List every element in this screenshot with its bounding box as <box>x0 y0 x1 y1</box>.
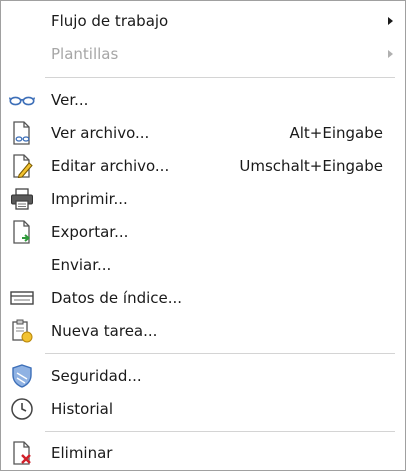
menu-item-shortcut: Alt+Eingabe <box>289 124 384 142</box>
menu-item-label: Datos de índice... <box>51 289 183 307</box>
menu-item-templates[interactable]: Plantillas <box>1 39 405 69</box>
file-edit-icon <box>9 154 35 178</box>
menu-item-label: Flujo de trabajo <box>51 12 169 30</box>
index-data-icon <box>9 286 35 310</box>
file-view-icon <box>9 121 35 145</box>
menu-item-view-file[interactable]: Ver archivo... Alt+Eingabe <box>1 118 405 148</box>
menu-item-label: Ver archivo... <box>51 124 150 142</box>
delete-icon <box>9 441 35 465</box>
menu-separator <box>45 77 395 78</box>
menu-item-label: Eliminar <box>51 444 113 462</box>
submenu-arrow-icon <box>388 50 393 58</box>
menu-item-export[interactable]: Exportar... <box>1 217 405 247</box>
export-icon <box>9 220 35 244</box>
menu-separator <box>45 431 395 432</box>
printer-icon <box>9 187 35 211</box>
menu-item-label: Historial <box>51 400 114 418</box>
context-menu: Flujo de trabajo Plantillas Ver... Ver a… <box>0 0 406 471</box>
menu-item-new-task[interactable]: Nueva tarea... <box>1 316 405 346</box>
menu-item-label: Enviar... <box>51 256 112 274</box>
menu-item-edit-file[interactable]: Editar archivo... Umschalt+Eingabe <box>1 151 405 181</box>
menu-item-print[interactable]: Imprimir... <box>1 184 405 214</box>
menu-item-label: Editar archivo... <box>51 157 170 175</box>
task-icon <box>9 319 35 343</box>
submenu-arrow-icon <box>388 17 393 25</box>
menu-item-label: Nueva tarea... <box>51 322 158 340</box>
menu-item-index-data[interactable]: Datos de índice... <box>1 283 405 313</box>
menu-item-label: Ver... <box>51 91 89 109</box>
menu-item-delete[interactable]: Eliminar <box>1 438 405 468</box>
menu-item-label: Exportar... <box>51 223 129 241</box>
menu-separator <box>45 353 395 354</box>
menu-item-view[interactable]: Ver... <box>1 85 405 115</box>
shield-icon <box>9 364 35 388</box>
menu-item-label: Seguridad... <box>51 367 142 385</box>
menu-item-history[interactable]: Historial <box>1 394 405 424</box>
menu-item-shortcut: Umschalt+Eingabe <box>239 157 383 175</box>
menu-item-label: Plantillas <box>51 45 119 63</box>
glasses-icon <box>9 88 35 112</box>
menu-item-security[interactable]: Seguridad... <box>1 361 405 391</box>
menu-item-send[interactable]: Enviar... <box>1 250 405 280</box>
menu-item-workflow[interactable]: Flujo de trabajo <box>1 6 405 36</box>
menu-item-label: Imprimir... <box>51 190 128 208</box>
clock-icon <box>9 397 35 421</box>
